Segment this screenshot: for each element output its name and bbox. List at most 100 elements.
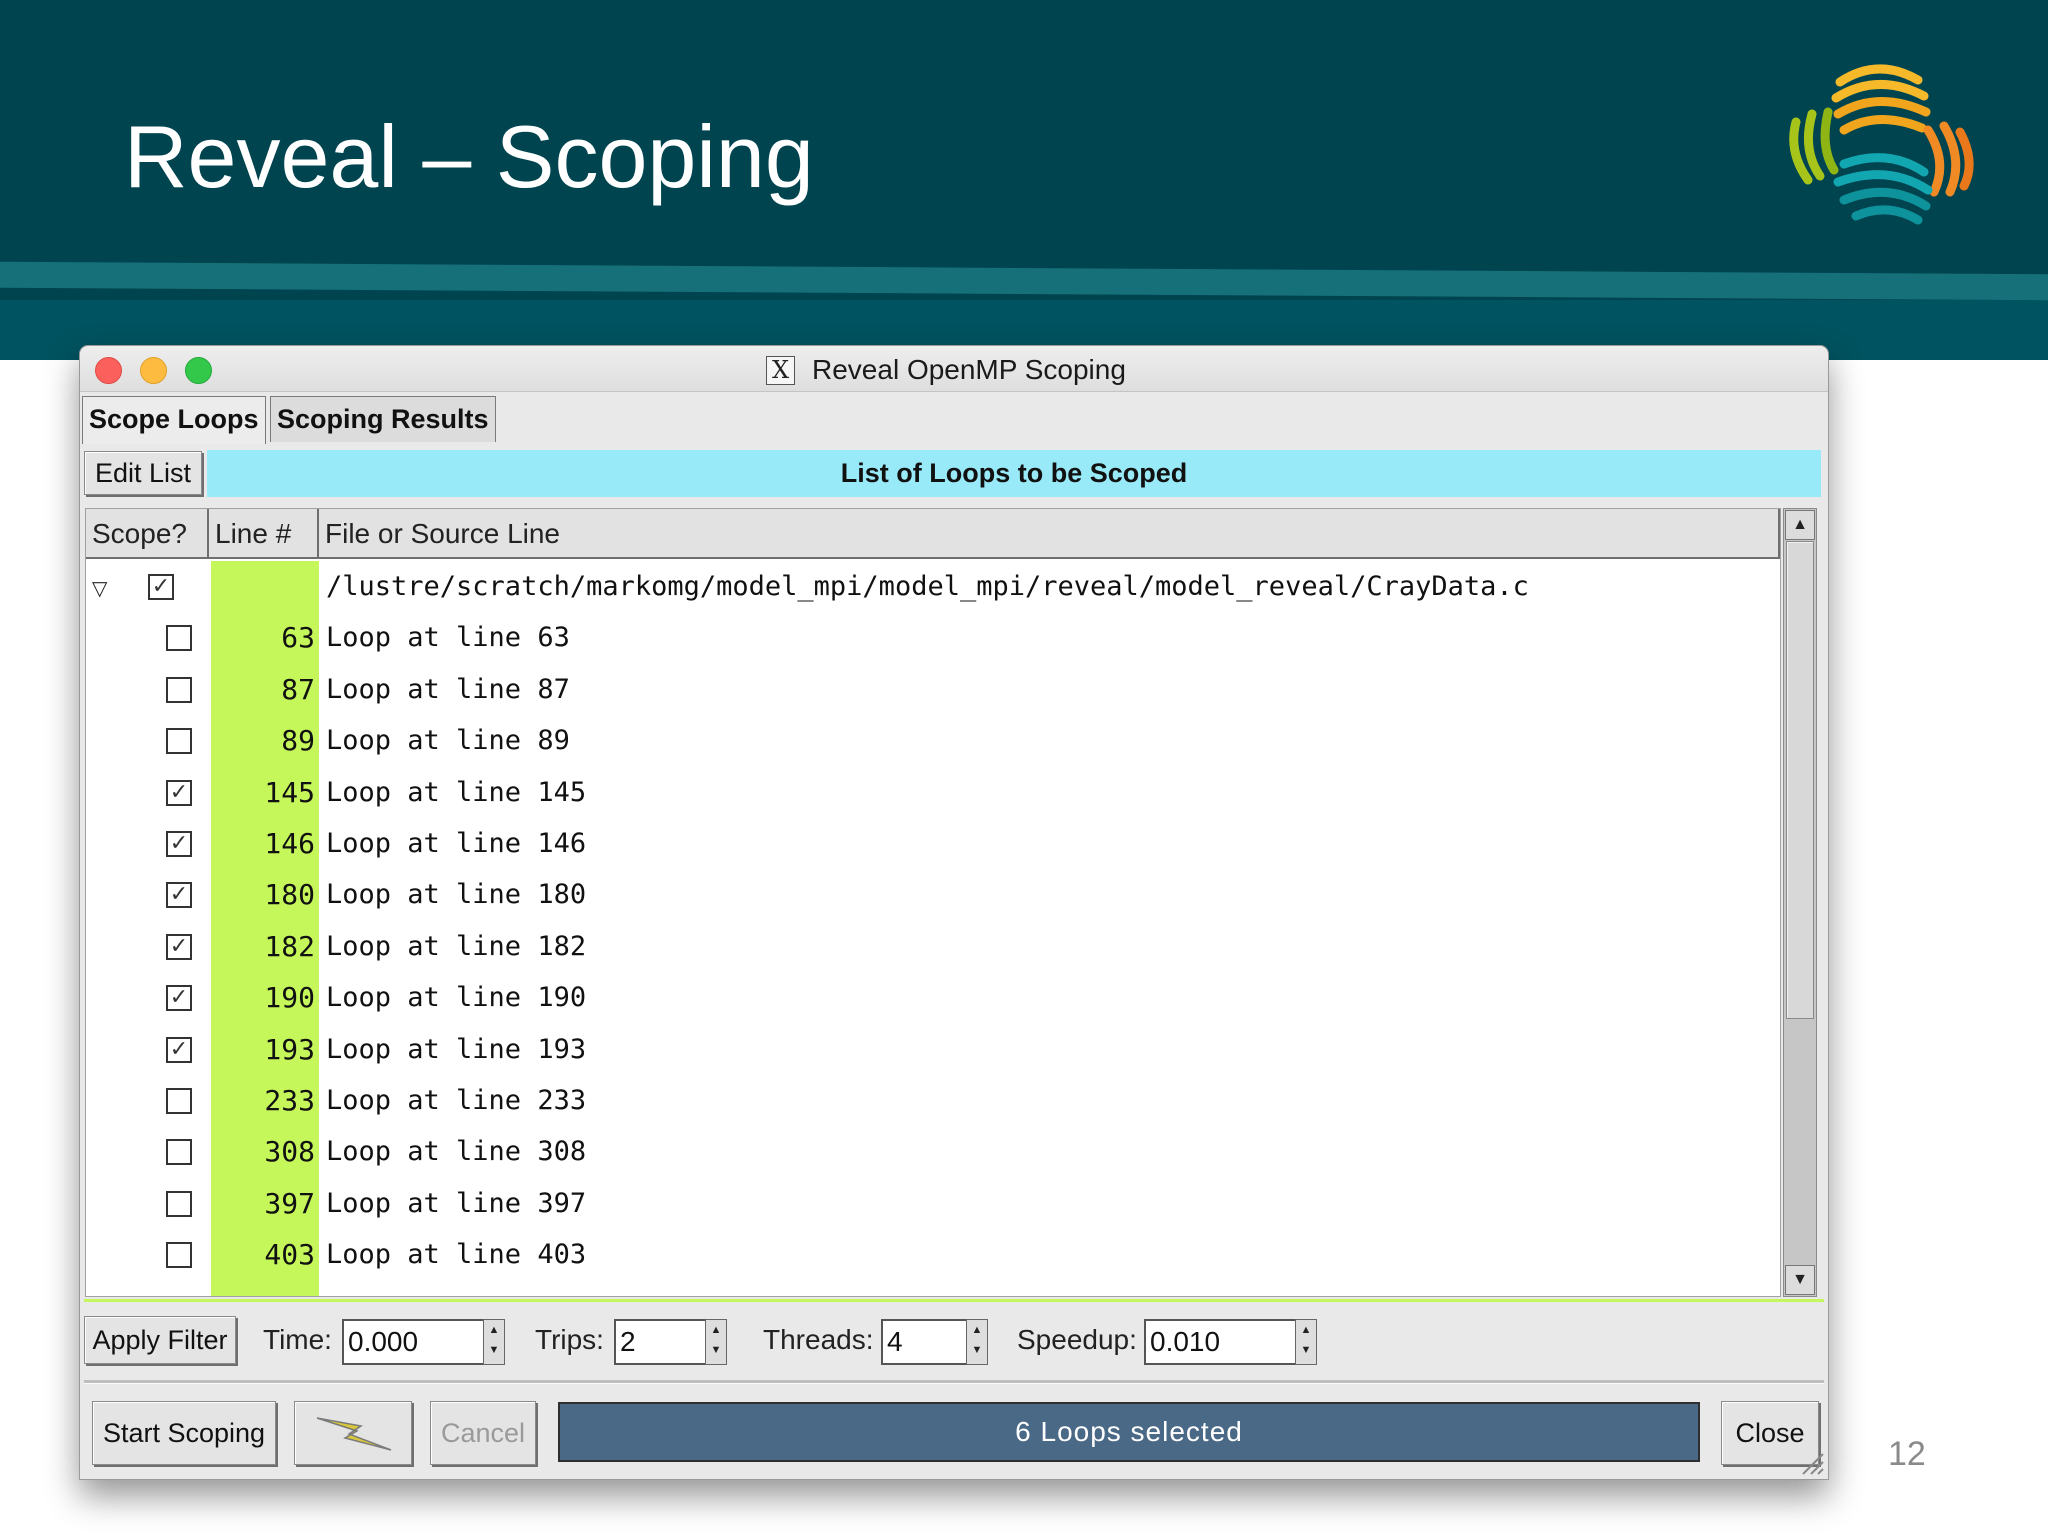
scroll-down-icon[interactable]: ▼	[1785, 1265, 1815, 1295]
column-header-line[interactable]: Line #	[209, 509, 319, 559]
spin-down-icon[interactable]: ▼	[484, 1340, 504, 1360]
line-number: 233	[264, 1083, 315, 1117]
minimize-window-icon[interactable]	[140, 357, 167, 384]
scope-checkbox[interactable]: ✓	[166, 882, 192, 909]
source-line: Loop at line 403	[326, 1239, 587, 1271]
lightning-bolt-icon	[316, 1417, 392, 1451]
source-line: Loop at line 190	[326, 982, 587, 1014]
line-number: 190	[264, 981, 315, 1015]
loops-list-banner: List of Loops to be Scoped	[207, 450, 1821, 497]
window-title: Reveal OpenMP Scoping	[812, 354, 1126, 385]
table-row[interactable]: ✓ 190 Loop at line 190	[86, 972, 1780, 1023]
edit-list-button[interactable]: Edit List	[84, 451, 202, 495]
threads-label: Threads:	[763, 1324, 874, 1355]
filter-separator	[84, 1380, 1824, 1384]
scope-checkbox[interactable]: ✓	[166, 933, 192, 960]
time-spinner-icon[interactable]: ▲ ▼	[483, 1319, 505, 1365]
trips-spinner-icon[interactable]: ▲ ▼	[705, 1319, 727, 1365]
source-line: Loop at line 146	[326, 827, 587, 859]
table-row[interactable]: ✓ 180 Loop at line 180	[86, 869, 1780, 920]
line-number: 87	[281, 672, 315, 706]
line-number: 146	[264, 826, 315, 860]
scoping-window: X Reveal OpenMP Scoping Scope Loops Scop…	[79, 345, 1829, 1480]
source-line: Loop at line 397	[326, 1187, 587, 1219]
spin-up-icon[interactable]: ▲	[1296, 1320, 1316, 1340]
scope-checkbox[interactable]	[166, 625, 192, 652]
scroll-up-icon[interactable]: ▲	[1785, 510, 1815, 540]
trips-field[interactable]: 2	[614, 1319, 712, 1365]
speedup-spinner-icon[interactable]: ▲ ▼	[1295, 1319, 1317, 1365]
scope-checkbox[interactable]: ✓	[166, 779, 192, 806]
spin-up-icon[interactable]: ▲	[484, 1320, 504, 1340]
line-number: 403	[264, 1238, 315, 1272]
source-line: Loop at line 193	[326, 1033, 587, 1065]
column-header-scope[interactable]: Scope?	[86, 509, 209, 559]
spin-up-icon[interactable]: ▲	[706, 1320, 726, 1340]
scope-checkbox[interactable]: ✓	[166, 830, 192, 857]
window-titlebar[interactable]: X Reveal OpenMP Scoping	[80, 346, 1828, 392]
file-row[interactable]: ▽ ✓ /lustre/scratch/markomg/model_mpi/mo…	[86, 561, 1780, 612]
table-row[interactable]: 89 Loop at line 89	[86, 715, 1780, 766]
scope-checkbox[interactable]	[166, 1087, 192, 1114]
source-line: Loop at line 308	[326, 1136, 587, 1168]
zoom-window-icon[interactable]	[185, 357, 212, 384]
speedup-label: Speedup:	[1017, 1324, 1137, 1355]
table-divider	[84, 1299, 1824, 1302]
spin-down-icon[interactable]: ▼	[967, 1340, 987, 1360]
scope-checkbox[interactable]: ✓	[166, 985, 192, 1012]
x11-app-icon: X	[766, 356, 795, 385]
line-number: 308	[264, 1135, 315, 1169]
scope-checkbox[interactable]	[166, 728, 192, 755]
cancel-button[interactable]: Cancel	[430, 1401, 536, 1465]
file-scope-checkbox[interactable]: ✓	[148, 574, 174, 600]
scope-checkbox[interactable]	[166, 676, 192, 703]
apply-filter-button[interactable]: Apply Filter	[84, 1316, 236, 1364]
source-line: Loop at line 180	[326, 879, 587, 911]
loops-table: Scope? Line # File or Source Line ▽ ✓ /l…	[85, 508, 1781, 1297]
cray-logo-icon	[1789, 64, 1974, 225]
slide-title: Reveal – Scoping	[124, 107, 814, 206]
spin-up-icon[interactable]: ▲	[967, 1320, 987, 1340]
table-row[interactable]: 403 Loop at line 403	[86, 1229, 1780, 1280]
table-row[interactable]: 87 Loop at line 87	[86, 664, 1780, 715]
lightning-button[interactable]	[294, 1401, 412, 1465]
scope-checkbox[interactable]	[166, 1242, 192, 1269]
table-row[interactable]: ✓ 146 Loop at line 146	[86, 818, 1780, 869]
table-row[interactable]: 397 Loop at line 397	[86, 1178, 1780, 1229]
table-scrollbar[interactable]: ▲ ▼	[1783, 508, 1817, 1297]
column-header-source[interactable]: File or Source Line	[319, 509, 1780, 559]
tab-scope-loops[interactable]: Scope Loops	[82, 396, 266, 444]
table-row[interactable]: ✓ 193 Loop at line 193	[86, 1024, 1780, 1075]
table-row[interactable]: 308 Loop at line 308	[86, 1126, 1780, 1177]
source-line: Loop at line 233	[326, 1084, 587, 1116]
scope-checkbox[interactable]	[166, 1190, 192, 1217]
spin-down-icon[interactable]: ▼	[1296, 1340, 1316, 1360]
scope-checkbox[interactable]: ✓	[166, 1036, 192, 1063]
time-field[interactable]: 0.000	[342, 1319, 490, 1365]
collapse-triangle-icon[interactable]: ▽	[92, 576, 107, 601]
scope-checkbox[interactable]	[166, 1139, 192, 1166]
spin-down-icon[interactable]: ▼	[706, 1340, 726, 1360]
table-rows: ▽ ✓ /lustre/scratch/markomg/model_mpi/mo…	[86, 561, 1780, 1280]
table-row[interactable]: 63 Loop at line 63	[86, 612, 1780, 663]
source-line: Loop at line 87	[326, 673, 570, 705]
table-row[interactable]: 233 Loop at line 233	[86, 1075, 1780, 1126]
line-number: 193	[264, 1032, 315, 1066]
resize-grip-icon[interactable]	[1799, 1450, 1825, 1476]
trips-label: Trips:	[535, 1324, 604, 1355]
table-row[interactable]: ✓ 145 Loop at line 145	[86, 767, 1780, 818]
table-row[interactable]: ✓ 182 Loop at line 182	[86, 921, 1780, 972]
scroll-thumb[interactable]	[1786, 541, 1814, 1019]
tab-scoping-results[interactable]: Scoping Results	[270, 396, 496, 442]
line-number: 89	[281, 724, 315, 758]
close-window-icon[interactable]	[95, 357, 122, 384]
start-scoping-button[interactable]: Start Scoping	[92, 1401, 276, 1465]
threads-spinner-icon[interactable]: ▲ ▼	[966, 1319, 988, 1365]
source-line: Loop at line 89	[326, 725, 570, 757]
source-line: Loop at line 182	[326, 930, 587, 962]
time-label: Time:	[263, 1324, 332, 1355]
speedup-field[interactable]: 0.010	[1144, 1319, 1302, 1365]
threads-field[interactable]: 4	[881, 1319, 973, 1365]
source-line: Loop at line 63	[326, 622, 570, 654]
page-number: 12	[1888, 1435, 1926, 1473]
